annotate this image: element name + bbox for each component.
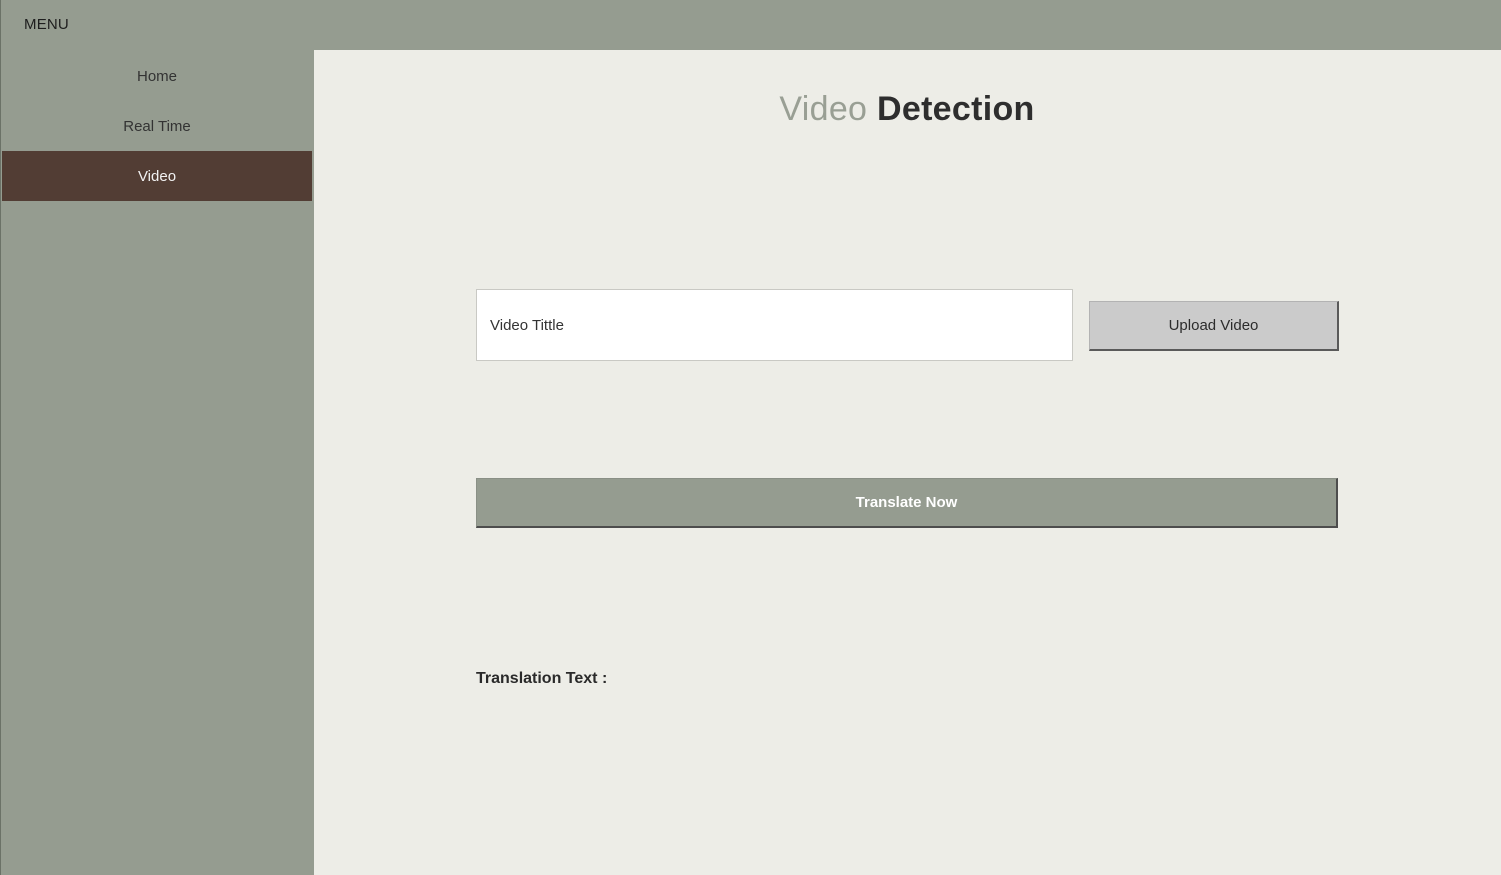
sidebar-item-video[interactable]: Video xyxy=(2,151,312,201)
menu-label: MENU xyxy=(24,16,69,33)
video-title-input[interactable]: Video Tittle xyxy=(476,289,1073,361)
translate-now-button[interactable]: Translate Now xyxy=(476,478,1338,528)
page-title-accent: Video xyxy=(779,90,868,128)
upload-video-button[interactable]: Upload Video xyxy=(1089,301,1339,351)
sidebar-item-real-time[interactable]: Real Time xyxy=(2,101,312,151)
page-title: Video Detection xyxy=(314,90,1500,129)
page-title-main: Detection xyxy=(877,90,1035,128)
window-edge xyxy=(0,0,1,875)
main-panel: Video Detection Video Tittle Upload Vide… xyxy=(314,50,1501,875)
app-window: MENU Home Real Time Video Video Detectio… xyxy=(0,0,1501,875)
sidebar-item-home[interactable]: Home xyxy=(2,51,312,101)
sidebar: Home Real Time Video xyxy=(2,50,312,875)
translation-text-label: Translation Text : xyxy=(476,670,608,687)
